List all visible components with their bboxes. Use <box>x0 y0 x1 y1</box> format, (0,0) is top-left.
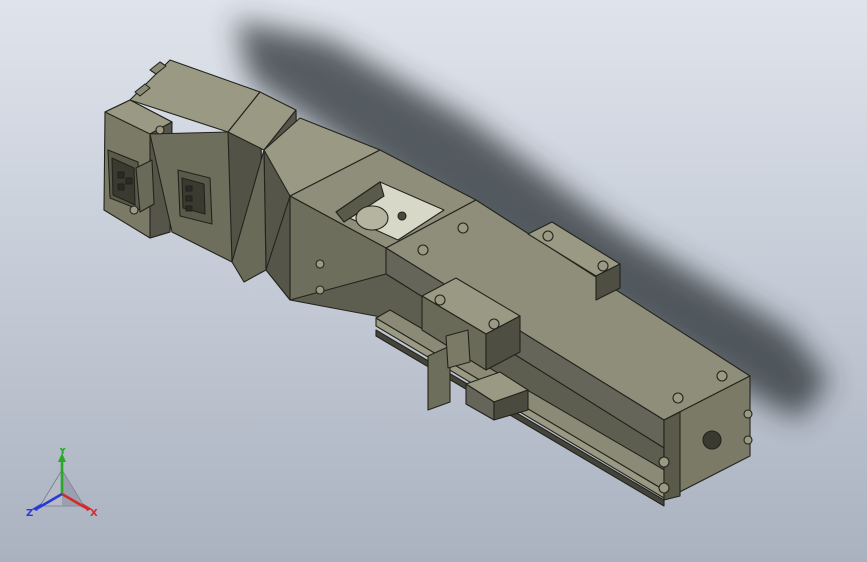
axis-triad: Y X Z <box>26 448 98 519</box>
linear-actuator-model[interactable] <box>0 0 867 562</box>
y-axis-label: Y <box>58 448 67 457</box>
x-axis-label: X <box>90 508 98 519</box>
z-axis-label: Z <box>26 508 33 519</box>
motor-side-connector[interactable] <box>177 169 213 225</box>
cad-viewport[interactable]: Y X Z <box>0 0 867 562</box>
